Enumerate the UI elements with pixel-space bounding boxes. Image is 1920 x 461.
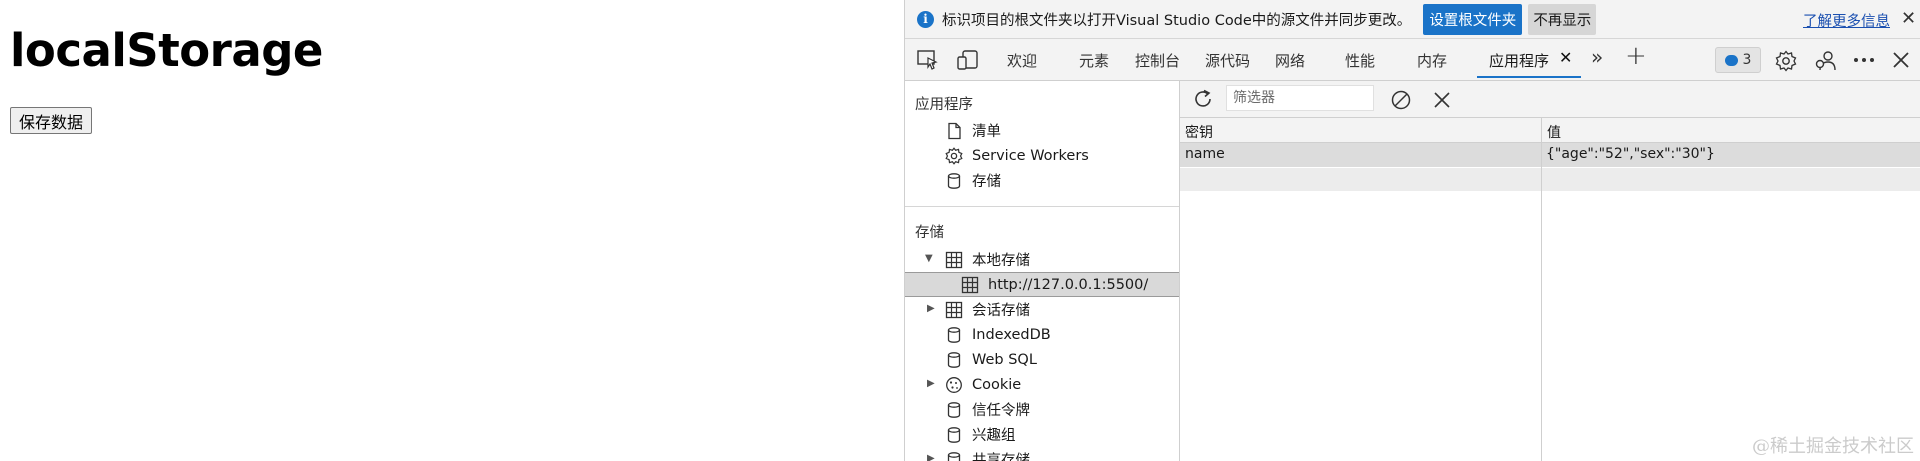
close-icon[interactable]: ✕ xyxy=(1901,8,1916,29)
table-row-empty[interactable] xyxy=(1180,168,1920,191)
close-devtools-icon[interactable] xyxy=(1891,50,1913,70)
tab-close-icon[interactable]: ✕ xyxy=(1559,48,1572,67)
page-viewport: localStorage 保存数据 xyxy=(0,0,904,461)
row-value: {"age":"52","sex":"30"} xyxy=(1546,146,1715,162)
database-icon xyxy=(945,451,963,461)
collapsed-arrow-icon[interactable]: ▶ xyxy=(927,378,935,389)
sidebar-item-label: Web SQL xyxy=(972,351,1037,368)
learn-more-link[interactable]: 了解更多信息 xyxy=(1803,10,1890,31)
more-tabs-icon[interactable]: » xyxy=(1591,45,1603,69)
sidebar-item-label: 清单 xyxy=(972,124,1001,140)
expanded-arrow-icon[interactable]: ▼ xyxy=(925,253,933,264)
clear-all-icon[interactable] xyxy=(1390,89,1412,110)
sidebar-item-label: 会话存储 xyxy=(972,303,1030,319)
row-key: name xyxy=(1185,146,1225,162)
issues-badge[interactable]: 3 xyxy=(1715,47,1761,73)
dont-show-again-button[interactable]: 不再显示 xyxy=(1528,3,1597,35)
table-grid-icon xyxy=(961,276,979,294)
database-icon xyxy=(945,326,963,344)
issues-count: 3 xyxy=(1742,52,1752,68)
collapsed-arrow-icon[interactable]: ▶ xyxy=(927,303,935,314)
delete-selected-icon[interactable] xyxy=(1433,91,1455,111)
gear-icon xyxy=(945,146,963,165)
sidebar-item-label: Service Workers xyxy=(972,147,1089,164)
sidebar-item-cookie[interactable]: ▶ Cookie xyxy=(905,372,1179,397)
sidebar-item-label: http://127.0.0.1:5500/ xyxy=(988,276,1149,293)
tab-elements[interactable]: 元素 xyxy=(1079,50,1109,71)
database-icon xyxy=(945,351,963,369)
database-icon xyxy=(945,426,963,444)
filter-input[interactable] xyxy=(1226,85,1374,111)
sidebar-item-label: IndexedDB xyxy=(972,326,1051,343)
info-bar: i 标识项目的根文件夹以打开Visual Studio Code中的源文件并同步… xyxy=(905,0,1920,39)
watermark: @稀土掘金技术社区 xyxy=(1752,436,1914,457)
database-icon xyxy=(945,172,963,190)
active-tab-indicator xyxy=(1477,76,1581,78)
refresh-icon[interactable] xyxy=(1192,88,1214,108)
sidebar-item-shared-storage[interactable]: ▶ 共享存储 xyxy=(905,447,1179,461)
devtools-panel: i 标识项目的根文件夹以打开Visual Studio Code中的源文件并同步… xyxy=(904,0,1920,461)
tab-welcome[interactable]: 欢迎 xyxy=(1007,50,1037,71)
column-divider[interactable] xyxy=(1541,118,1542,461)
message-icon xyxy=(1724,54,1738,66)
add-tab-icon[interactable]: + xyxy=(1625,41,1647,71)
application-sidebar: 应用程序 清单 Service Workers 存储 存储 ▼ 本地存储 htt… xyxy=(905,81,1180,461)
tab-network[interactable]: 网络 xyxy=(1275,50,1305,71)
sidebar-item-indexeddb[interactable]: IndexedDB xyxy=(905,322,1179,347)
inspect-element-icon[interactable] xyxy=(917,50,939,70)
device-emulation-icon[interactable] xyxy=(957,50,979,70)
sidebar-item-session-storage[interactable]: ▶ 会话存储 xyxy=(905,297,1179,322)
save-data-button[interactable]: 保存数据 xyxy=(10,107,93,134)
sidebar-item-manifest[interactable]: 清单 xyxy=(905,118,1179,143)
sidebar-item-websql[interactable]: Web SQL xyxy=(905,347,1179,372)
section-title-application: 应用程序 xyxy=(915,97,973,113)
info-icon: i xyxy=(917,10,934,28)
sidebar-divider xyxy=(905,206,1179,207)
tab-memory[interactable]: 内存 xyxy=(1417,50,1447,71)
table-row[interactable]: name {"age":"52","sex":"30"} xyxy=(1180,143,1920,167)
people-icon[interactable] xyxy=(1815,50,1837,71)
devtools-tab-bar: 欢迎 元素 控制台 源代码 网络 性能 内存 应用程序 ✕ » + 3 xyxy=(905,39,1920,81)
more-options-icon[interactable] xyxy=(1853,53,1875,73)
sidebar-item-label: 信任令牌 xyxy=(972,403,1030,419)
sidebar-item-storage[interactable]: 存储 xyxy=(905,168,1179,193)
sidebar-item-label: 存储 xyxy=(972,174,1001,190)
tab-application[interactable]: 应用程序 xyxy=(1489,50,1549,71)
sidebar-item-service-workers[interactable]: Service Workers xyxy=(905,143,1179,168)
cookie-icon xyxy=(945,376,963,394)
sidebar-item-trust-tokens[interactable]: 信任令牌 xyxy=(905,397,1179,422)
page-heading: localStorage xyxy=(10,24,323,77)
sidebar-item-local-storage[interactable]: ▼ 本地存储 xyxy=(905,247,1179,272)
storage-main-pane: 密钥 值 name {"age":"52","sex":"30"} xyxy=(1180,81,1920,461)
column-header-value[interactable]: 值 xyxy=(1547,122,1561,142)
sidebar-item-label: 兴趣组 xyxy=(972,428,1016,444)
sidebar-item-label: 本地存储 xyxy=(972,253,1030,269)
tab-console[interactable]: 控制台 xyxy=(1135,50,1180,71)
set-root-folder-button[interactable]: 设置根文件夹 xyxy=(1423,3,1523,35)
section-title-storage: 存储 xyxy=(915,225,944,241)
sidebar-item-label: 共享存储 xyxy=(972,453,1030,461)
storage-toolbar xyxy=(1180,81,1920,118)
sidebar-item-local-origin[interactable]: http://127.0.0.1:5500/ xyxy=(905,272,1179,297)
document-icon xyxy=(945,122,963,140)
info-message: 标识项目的根文件夹以打开Visual Studio Code中的源文件并同步更改… xyxy=(942,12,1412,29)
settings-gear-icon[interactable] xyxy=(1775,50,1797,72)
collapsed-arrow-icon[interactable]: ▶ xyxy=(927,453,935,461)
tab-sources[interactable]: 源代码 xyxy=(1205,50,1250,71)
sidebar-item-label: Cookie xyxy=(972,376,1022,393)
database-icon xyxy=(945,401,963,419)
tab-performance[interactable]: 性能 xyxy=(1345,50,1375,71)
column-header-key[interactable]: 密钥 xyxy=(1185,122,1213,142)
table-header: 密钥 值 xyxy=(1180,118,1920,143)
table-grid-icon xyxy=(945,251,963,269)
sidebar-item-interest-groups[interactable]: 兴趣组 xyxy=(905,422,1179,447)
table-grid-icon xyxy=(945,301,963,319)
